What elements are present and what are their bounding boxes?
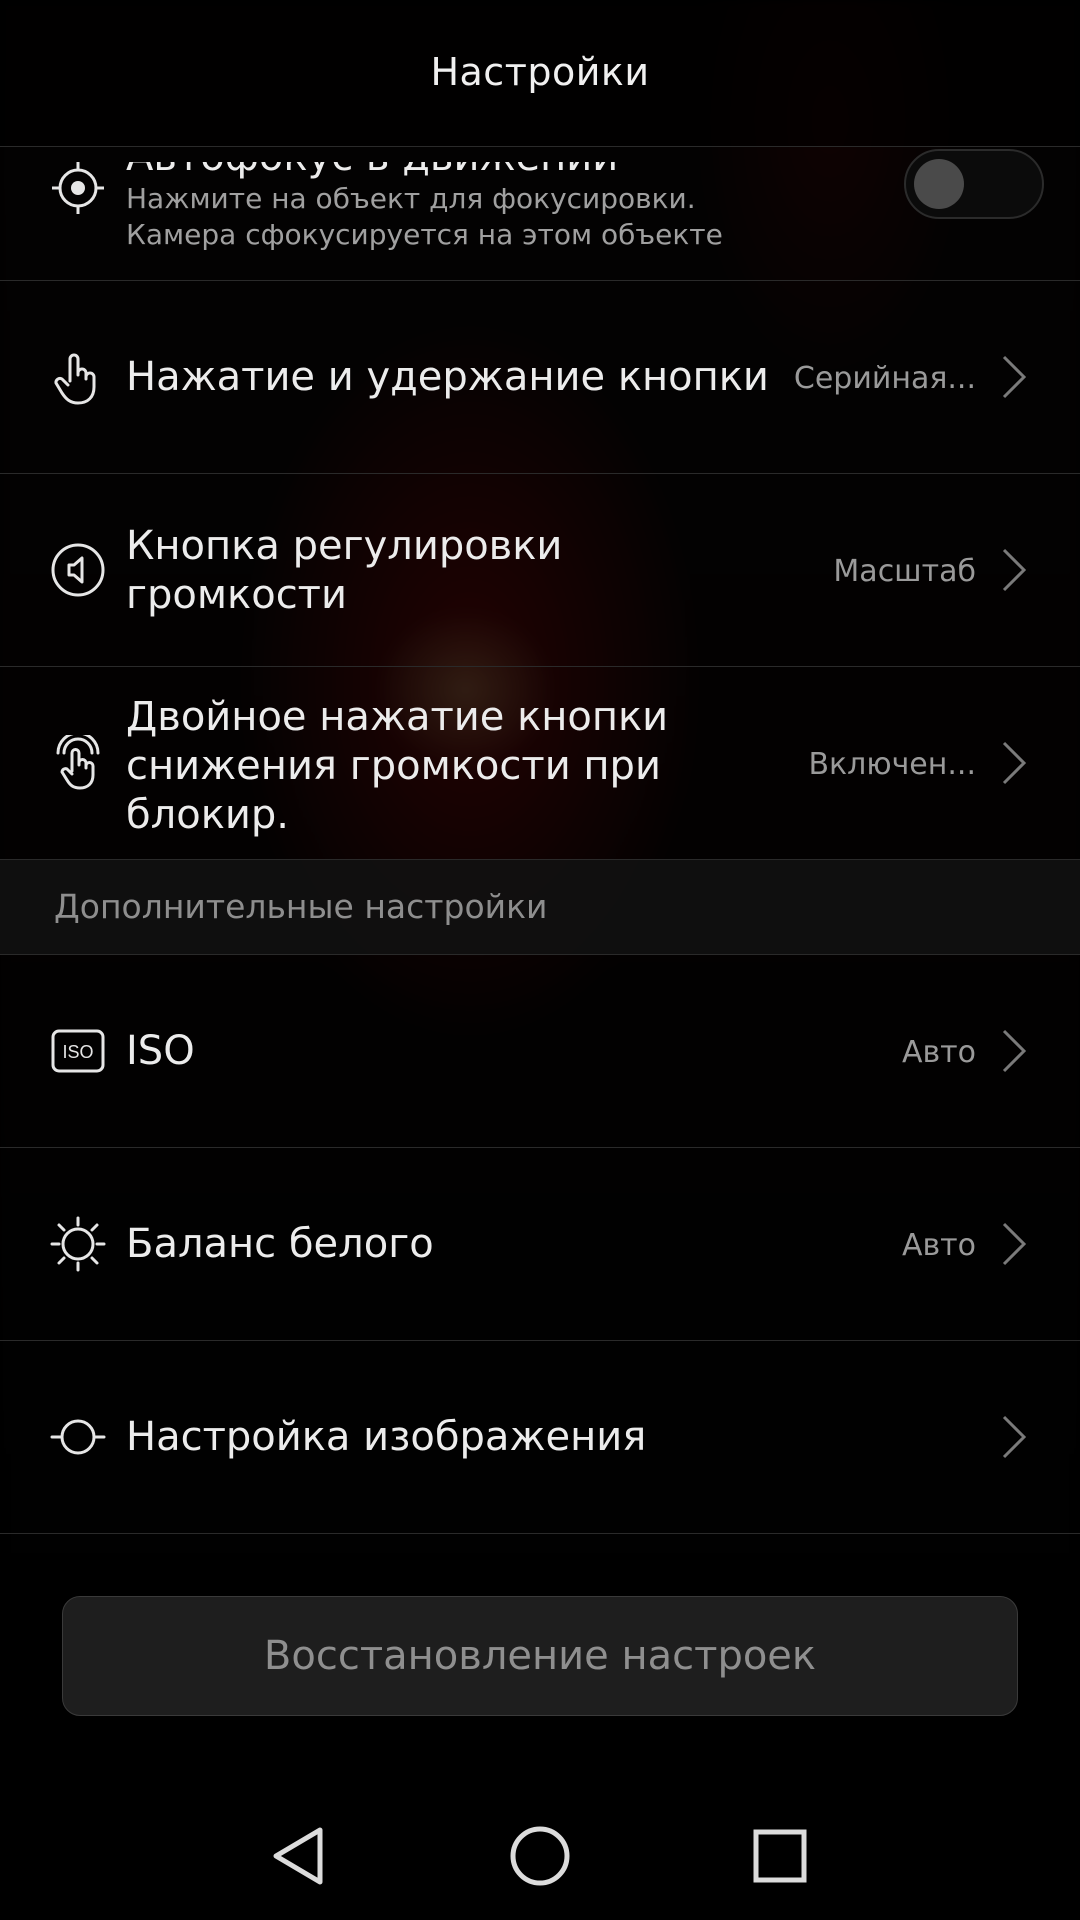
double-press-title-line3: блокир.	[126, 792, 289, 838]
double-press-title-line1: Двойное нажатие кнопки	[126, 694, 669, 740]
chevron-right-icon	[1000, 1413, 1028, 1461]
press-hold-title: Нажатие и удержание кнопки	[126, 354, 769, 400]
volume-key-title: Кнопка регулировки громкости	[126, 522, 562, 620]
iso-value: Авто	[901, 1035, 976, 1070]
chevron-right-icon	[1000, 1027, 1028, 1075]
iso-icon: ISO	[50, 1023, 106, 1079]
autofocus-toggle[interactable]	[904, 149, 1044, 219]
section-header-advanced: Дополнительные настройки	[0, 860, 1080, 955]
white-balance-title: Баланс белого	[126, 1221, 434, 1267]
back-triangle-icon[interactable]	[264, 1820, 336, 1892]
volume-key-value: Масштаб	[833, 554, 976, 589]
focus-target-icon	[50, 160, 106, 216]
volume-key-title-line2: громкости	[126, 572, 347, 618]
recents-square-icon[interactable]	[744, 1820, 816, 1892]
double-press-value: Включен...	[808, 747, 976, 782]
chevron-right-icon	[1000, 1220, 1028, 1268]
chevron-right-icon	[1000, 353, 1028, 401]
toggle-knob	[914, 159, 964, 209]
camera-settings-screen: Автофокус в движении Нажмите на объект д…	[0, 0, 1080, 1920]
reset-settings-button[interactable]: Восстановление настроек	[62, 1596, 1018, 1716]
image-adjust-title: Настройка изображения	[126, 1414, 647, 1460]
volume-icon	[50, 542, 106, 598]
section-title: Дополнительные настройки	[54, 887, 548, 926]
row-image-adjustment[interactable]: Настройка изображения	[0, 1341, 1080, 1534]
iso-title: ISO	[126, 1028, 195, 1074]
home-circle-icon[interactable]	[504, 1820, 576, 1892]
white-balance-sun-icon	[50, 1216, 106, 1272]
app-header: Настройки	[0, 0, 1080, 147]
volume-key-title-line1: Кнопка регулировки	[126, 523, 563, 569]
row-white-balance[interactable]: Баланс белого Авто	[0, 1148, 1080, 1341]
white-balance-value: Авто	[901, 1228, 976, 1263]
press-hold-value: Серийная...	[793, 361, 976, 396]
row-press-hold-shutter[interactable]: Нажатие и удержание кнопки Серийная...	[0, 281, 1080, 474]
system-navigation-bar	[0, 1790, 1080, 1920]
image-adjust-icon	[50, 1409, 106, 1465]
row-volume-key[interactable]: Кнопка регулировки громкости Масштаб	[0, 474, 1080, 667]
svg-text:ISO: ISO	[62, 1042, 93, 1062]
double-tap-icon	[50, 735, 106, 791]
autofocus-subtitle: Нажмите на объект для фокусировки. Камер…	[126, 182, 723, 251]
double-press-title-line2: снижения громкости при	[126, 743, 661, 789]
double-press-title: Двойное нажатие кнопки снижения громкост…	[126, 693, 668, 840]
chevron-right-icon	[1000, 739, 1028, 787]
row-autofocus-motion[interactable]: Автофокус в движении Нажмите на объект д…	[0, 146, 1080, 281]
chevron-right-icon	[1000, 546, 1028, 594]
page-title: Настройки	[430, 50, 650, 94]
hand-touch-icon	[50, 351, 106, 407]
row-iso[interactable]: ISO ISO Авто	[0, 955, 1080, 1148]
row-double-press-volume-down[interactable]: Двойное нажатие кнопки снижения громкост…	[0, 667, 1080, 860]
